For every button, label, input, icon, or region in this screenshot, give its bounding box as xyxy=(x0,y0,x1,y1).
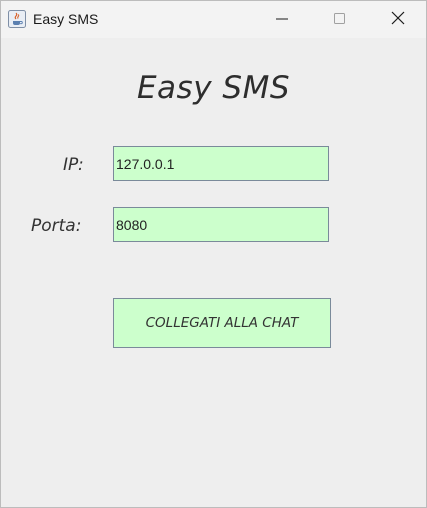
window-title: Easy SMS xyxy=(33,11,99,27)
ip-label: IP: xyxy=(63,155,84,175)
port-label: Porta: xyxy=(31,216,82,236)
java-icon xyxy=(8,10,26,28)
close-button[interactable] xyxy=(369,1,427,38)
page-title: Easy SMS xyxy=(136,70,291,106)
maximize-icon xyxy=(334,10,346,29)
ip-field[interactable] xyxy=(113,146,329,181)
port-field[interactable] xyxy=(113,207,329,242)
close-icon xyxy=(391,10,405,29)
minimize-button[interactable] xyxy=(253,1,311,38)
main-panel: Easy SMS IP: Porta: COLLEGATI ALLA CHAT xyxy=(1,38,426,507)
minimize-icon xyxy=(276,10,288,29)
connect-chat-button-label: COLLEGATI ALLA CHAT xyxy=(145,315,299,331)
maximize-button[interactable] xyxy=(311,1,369,38)
app-window: Easy SMS Easy SMS IP: Porta: xyxy=(0,0,427,508)
connect-chat-button[interactable]: COLLEGATI ALLA CHAT xyxy=(113,298,331,348)
title-bar[interactable]: Easy SMS xyxy=(1,1,426,38)
